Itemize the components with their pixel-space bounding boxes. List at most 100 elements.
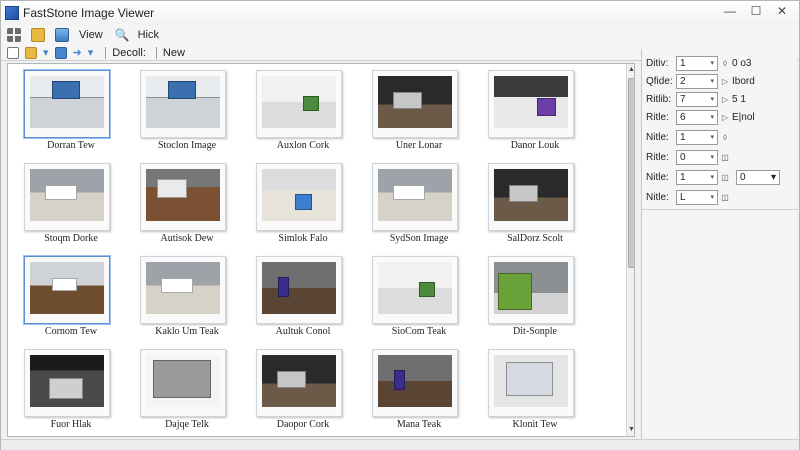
property-select[interactable]: 2 ▾ (676, 73, 718, 89)
property-label: Nitle: (646, 131, 669, 143)
property-select-value: 6 (680, 111, 686, 123)
thumbnail-object (498, 273, 533, 310)
thumbnail-caption: Auxlon Cork (276, 140, 330, 151)
thumbnail-caption: Simlok Falo (278, 233, 328, 244)
property-label: Ditiv: (646, 57, 669, 69)
forward-arrow-icon[interactable]: ➜ (73, 46, 82, 59)
thumbnail-item[interactable]: Autisok Dew (132, 159, 232, 251)
panel-divider (642, 209, 798, 210)
thumbnail-item[interactable]: SalDorz Scolt (480, 159, 580, 251)
property-row: Ditiv: 1 ▾ ◊ 0 o3 (646, 55, 796, 71)
thumbnail-item[interactable]: Mana Teak (364, 345, 464, 436)
chevron-down-icon: ▾ (710, 174, 714, 181)
thumbnail-image (30, 169, 104, 221)
thumbnail-caption: Cornom Tew (44, 326, 98, 337)
property-label: Nitle: (646, 171, 669, 183)
thumbnail-caption: SydSon Image (389, 233, 449, 244)
property-arrow-icon[interactable]: ▷ (718, 77, 732, 86)
property-select[interactable]: 1 ▾ (676, 55, 718, 71)
thumbnail-item[interactable]: Dajqe Telk (132, 345, 232, 436)
thumbnail-object (295, 193, 312, 210)
vertical-scrollbar[interactable]: ▲ ▼ (626, 64, 634, 436)
thumbnail-item[interactable]: Fuor Hlak (16, 345, 116, 436)
thumbnail-object (52, 277, 78, 292)
property-arrow-icon[interactable]: ◫ (718, 153, 732, 162)
thumbnail-image (262, 76, 336, 128)
thumbnail-item[interactable]: Aultuk Conol (248, 252, 348, 344)
property-select[interactable]: 1 ▾ (676, 129, 718, 145)
open-folder-icon[interactable] (31, 28, 45, 42)
photo-icon[interactable] (55, 28, 69, 42)
thumbnail-frame (372, 70, 458, 138)
chevron-down-icon: ▾ (710, 154, 714, 161)
thumbnail-image (494, 355, 568, 407)
property-select[interactable]: 1 ▾ (676, 169, 718, 185)
property-label: Ritlib: (646, 93, 672, 105)
menu-hick[interactable]: Hick (138, 29, 159, 41)
minimize-button[interactable]: — (717, 2, 743, 20)
property-arrow-icon[interactable]: ◊ (718, 59, 732, 68)
property-select-value: L (680, 191, 686, 203)
toolbar-decoll-button[interactable]: Decoll: (112, 47, 146, 59)
thumbnail-image (146, 169, 220, 221)
property-select[interactable]: L ▾ (676, 189, 718, 205)
property-value: 5 1 (732, 93, 746, 105)
property-select[interactable]: 7 ▾ (676, 91, 718, 107)
property-select[interactable]: 0 ▾ (676, 149, 718, 165)
menu-view[interactable]: View (79, 29, 103, 41)
thumbnail-item[interactable]: Cornom Tew (16, 252, 116, 344)
property-arrow-icon[interactable]: ◫ (718, 173, 732, 182)
thumbnail-image (378, 355, 452, 407)
thumbnail-item[interactable]: Dit-Sonple (480, 252, 580, 344)
property-arrow-icon[interactable]: ◫ (718, 193, 732, 202)
property-arrow-icon[interactable]: ◊ (718, 133, 732, 142)
thumbnail-item[interactable]: Stoqm Dorke (16, 159, 116, 251)
chevron-down-icon[interactable]: ▾ (43, 46, 49, 59)
thumbnail-frame (140, 349, 226, 417)
thumbnail-item[interactable]: SydSon Image (364, 159, 464, 251)
toolbar-new-button[interactable]: New (163, 47, 185, 59)
thumbnail-frame (256, 256, 342, 324)
thumbnail-item[interactable]: Auxlon Cork (248, 66, 348, 158)
folder-icon[interactable] (25, 46, 37, 59)
thumbnail-item[interactable]: Stoclon Image (132, 66, 232, 158)
thumbnail-item[interactable]: Klonit Tew (480, 345, 580, 436)
thumbnail-frame (24, 163, 110, 231)
thumbnail-object (153, 360, 212, 398)
search-icon[interactable]: 🔍 (115, 28, 130, 42)
thumbnail-item[interactable]: Kaklo Um Teak (132, 252, 232, 344)
scroll-up-icon[interactable]: ▲ (627, 64, 634, 76)
thumbnail-image (262, 355, 336, 407)
thumbnail-item[interactable]: Dorran Tew (16, 66, 116, 158)
thumbnail-item[interactable]: Simlok Falo (248, 159, 348, 251)
new-file-icon[interactable] (7, 46, 19, 59)
thumbnail-caption: Kaklo Um Teak (155, 326, 219, 337)
save-icon[interactable] (54, 46, 67, 59)
thumbnail-grid-icon[interactable] (7, 28, 21, 42)
close-button[interactable]: ✕ (769, 2, 795, 20)
property-extra-select[interactable]: 0 ▾ (736, 169, 780, 185)
thumbnail-item[interactable]: Uner Lonar (364, 66, 464, 158)
scroll-down-icon[interactable]: ▼ (627, 424, 634, 436)
thumbnail-object (52, 81, 81, 99)
thumbnail-item[interactable]: Daopor Cork (248, 345, 348, 436)
scrollbar-thumb[interactable] (628, 78, 634, 268)
thumbnail-image (494, 76, 568, 128)
thumbnail-image (146, 262, 220, 314)
property-arrow-icon[interactable]: ▷ (718, 95, 732, 104)
property-select[interactable]: 6 ▾ (676, 109, 718, 125)
property-select-value: 1 (680, 171, 686, 183)
property-row: Qfide: 2 ▾ ▷ Ibord (646, 73, 796, 89)
chevron-down-icon[interactable]: ▾ (88, 46, 94, 59)
property-value: 0 o3 (732, 57, 752, 69)
thumbnail-object (44, 184, 78, 201)
property-arrow-icon[interactable]: ▷ (718, 113, 732, 122)
thumbnail-image (378, 262, 452, 314)
thumbnail-item[interactable]: Danor Louk (480, 66, 580, 158)
maximize-button[interactable]: ☐ (743, 2, 769, 20)
thumbnail-item[interactable]: SioCom Teak (364, 252, 464, 344)
thumbnail-frame (372, 163, 458, 231)
chevron-down-icon: ▾ (710, 134, 714, 141)
thumbnail-caption: Dajqe Telk (165, 419, 209, 430)
property-row: Nitle: L ▾ ◫ (646, 189, 796, 205)
